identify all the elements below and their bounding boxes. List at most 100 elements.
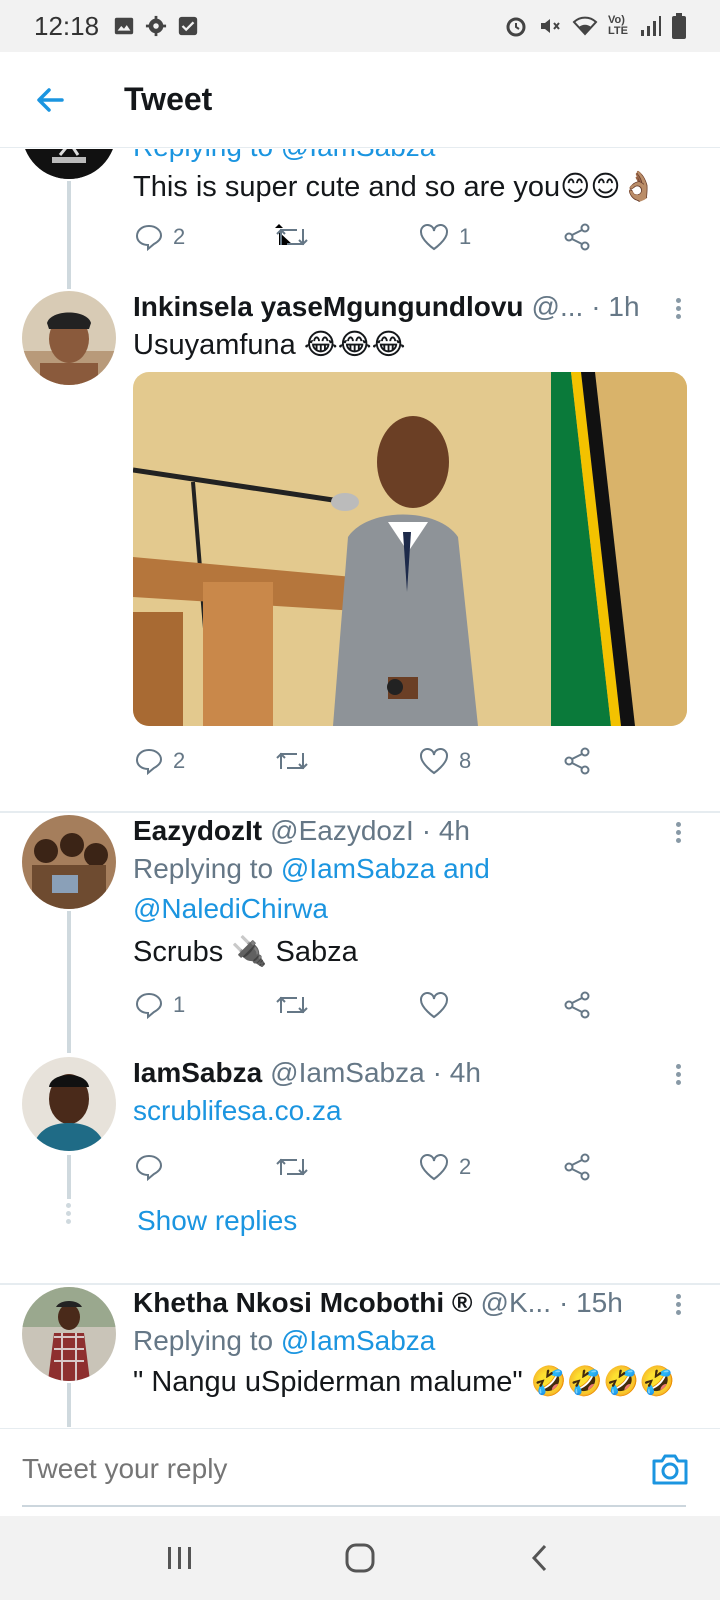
status-bar: 12:18 Vo) LTE xyxy=(0,0,720,52)
page-title: Tweet xyxy=(124,81,213,117)
reply-button[interactable] xyxy=(135,1153,163,1181)
reply-underline xyxy=(22,1505,686,1507)
reply-context: Replying to @IamSabza and @NalediChirwa xyxy=(133,853,490,924)
like-button[interactable]: 2 xyxy=(419,1153,471,1181)
gear-icon xyxy=(145,15,167,37)
share-icon xyxy=(564,747,590,775)
reply-button[interactable]: 2 xyxy=(135,747,185,775)
display-name[interactable]: EazydozIt xyxy=(133,815,262,847)
timestamp: · 4h xyxy=(432,1057,481,1088)
tweet-actions: 2 8 xyxy=(133,741,613,781)
image-icon xyxy=(114,17,134,35)
thread-line xyxy=(67,1383,71,1427)
tweet-link[interactable]: scrublifesa.co.za xyxy=(133,1095,342,1127)
display-name[interactable]: Inkinsela yaseMgungundlovu xyxy=(133,291,524,323)
handle: @EazydozI xyxy=(270,815,414,846)
like-button[interactable]: 1 xyxy=(419,223,471,251)
timestamp: · 15h xyxy=(558,1287,623,1318)
display-name[interactable]: Khetha Nkosi Mcobothi ® xyxy=(133,1287,473,1319)
system-nav-bar xyxy=(0,1516,720,1600)
tweet-header: Inkinsela yaseMgungundlovu @... · 1h xyxy=(133,291,650,323)
reply-button[interactable]: 1 xyxy=(135,991,185,1019)
tweet-header: EazydozIt @EazydozI · 4h xyxy=(133,815,650,847)
avatar[interactable] xyxy=(22,149,116,179)
mention-link[interactable]: @IamSabza and xyxy=(281,853,490,884)
back-arrow-icon xyxy=(37,87,64,112)
home-button[interactable] xyxy=(330,1528,390,1588)
tweet-actions: 1 xyxy=(133,985,613,1025)
tweet-item[interactable]: IamSabza @IamSabza · 4h scrublifesa.co.z… xyxy=(0,1055,720,1255)
avatar[interactable] xyxy=(22,1287,116,1381)
heart-icon xyxy=(420,748,448,775)
more-options-icon[interactable] xyxy=(670,819,686,849)
reply-count: 2 xyxy=(173,224,186,249)
share-button[interactable] xyxy=(563,223,591,251)
reply-bar xyxy=(0,1428,720,1516)
avatar[interactable] xyxy=(22,291,116,385)
reply-context: Replying to @IamSabza xyxy=(133,149,435,167)
reply-icon xyxy=(135,1154,163,1181)
tweet-text: This is super cute and so are you😊😊👌🏽 xyxy=(133,171,657,203)
tweet-thread[interactable]: Replying to @IamSabza This is super cute… xyxy=(0,149,720,1427)
like-button[interactable]: 8 xyxy=(419,747,471,775)
more-options-icon[interactable] xyxy=(670,295,686,325)
timestamp: · 4h xyxy=(421,815,470,846)
heart-icon xyxy=(420,224,448,251)
display-name[interactable]: IamSabza xyxy=(133,1057,262,1089)
reply-context: Replying to @IamSabza xyxy=(133,1325,436,1356)
retweet-icon xyxy=(275,224,308,246)
share-button[interactable] xyxy=(563,747,591,775)
mute-icon xyxy=(541,19,560,33)
tweet-item[interactable]: EazydozIt @EazydozI · 4h Replying to @Ia… xyxy=(0,813,720,1053)
tweet-item[interactable]: Replying to @IamSabza This is super cute… xyxy=(0,149,720,289)
avatar[interactable] xyxy=(22,815,116,909)
reply-icon xyxy=(135,224,163,251)
thread-dots xyxy=(66,1203,72,1224)
tweet-actions: 2 xyxy=(133,1147,613,1187)
share-button[interactable] xyxy=(563,1153,591,1181)
avatar[interactable] xyxy=(22,1057,116,1151)
share-icon xyxy=(564,223,590,251)
camera-icon xyxy=(652,1454,688,1485)
signal-icon xyxy=(641,16,661,36)
back-icon xyxy=(531,1544,547,1572)
tweet-item[interactable]: Khetha Nkosi Mcobothi ® @K... · 15h Repl… xyxy=(0,1285,720,1427)
tweet-header: Khetha Nkosi Mcobothi ® @K... · 15h xyxy=(133,1287,650,1319)
handle: @K... xyxy=(480,1287,551,1318)
like-button[interactable] xyxy=(419,991,449,1019)
retweet-icon xyxy=(276,1158,308,1176)
camera-button[interactable] xyxy=(650,1449,690,1489)
share-icon xyxy=(564,991,590,1019)
tweet-item[interactable]: Inkinsela yaseMgungundlovu @... · 1h Usu… xyxy=(0,289,720,795)
tweet-text: Scrubs 🔌 Sabza xyxy=(133,936,358,968)
mention-link[interactable]: @NalediChirwa xyxy=(133,893,328,924)
tweet-image[interactable] xyxy=(133,372,687,726)
reply-count: 2 xyxy=(173,748,186,773)
reply-count: 1 xyxy=(173,992,186,1017)
system-back-button[interactable] xyxy=(510,1528,570,1588)
retweet-button[interactable] xyxy=(275,223,309,251)
like-count: 1 xyxy=(459,224,472,249)
retweet-button[interactable] xyxy=(275,747,309,775)
retweet-button[interactable] xyxy=(275,1153,309,1181)
tweet-header: IamSabza @IamSabza · 4h xyxy=(133,1057,650,1089)
alarm-icon xyxy=(506,17,526,37)
retweet-icon xyxy=(276,752,308,770)
tweet-actions: 2 1 xyxy=(133,217,613,257)
reply-input[interactable] xyxy=(22,1447,582,1491)
recents-button[interactable] xyxy=(150,1528,210,1588)
retweet-icon xyxy=(276,996,308,1014)
mention-link[interactable]: @IamSabza xyxy=(281,1325,436,1356)
tweet-text: Usuyamfuna 😂😂😂 xyxy=(133,329,406,361)
share-button[interactable] xyxy=(563,991,591,1019)
more-options-icon[interactable] xyxy=(670,1291,686,1321)
tweet-text: " Nangu uSpiderman malume" 🤣🤣🤣🤣 xyxy=(133,1366,676,1398)
battery-icon xyxy=(672,13,686,39)
reply-button[interactable]: 2 xyxy=(135,223,185,251)
show-replies-link[interactable]: Show replies xyxy=(137,1205,297,1237)
more-options-icon[interactable] xyxy=(670,1061,686,1091)
tweet-photo xyxy=(133,372,687,726)
heart-icon xyxy=(420,1154,448,1181)
retweet-button[interactable] xyxy=(275,991,309,1019)
back-button[interactable] xyxy=(20,70,80,130)
